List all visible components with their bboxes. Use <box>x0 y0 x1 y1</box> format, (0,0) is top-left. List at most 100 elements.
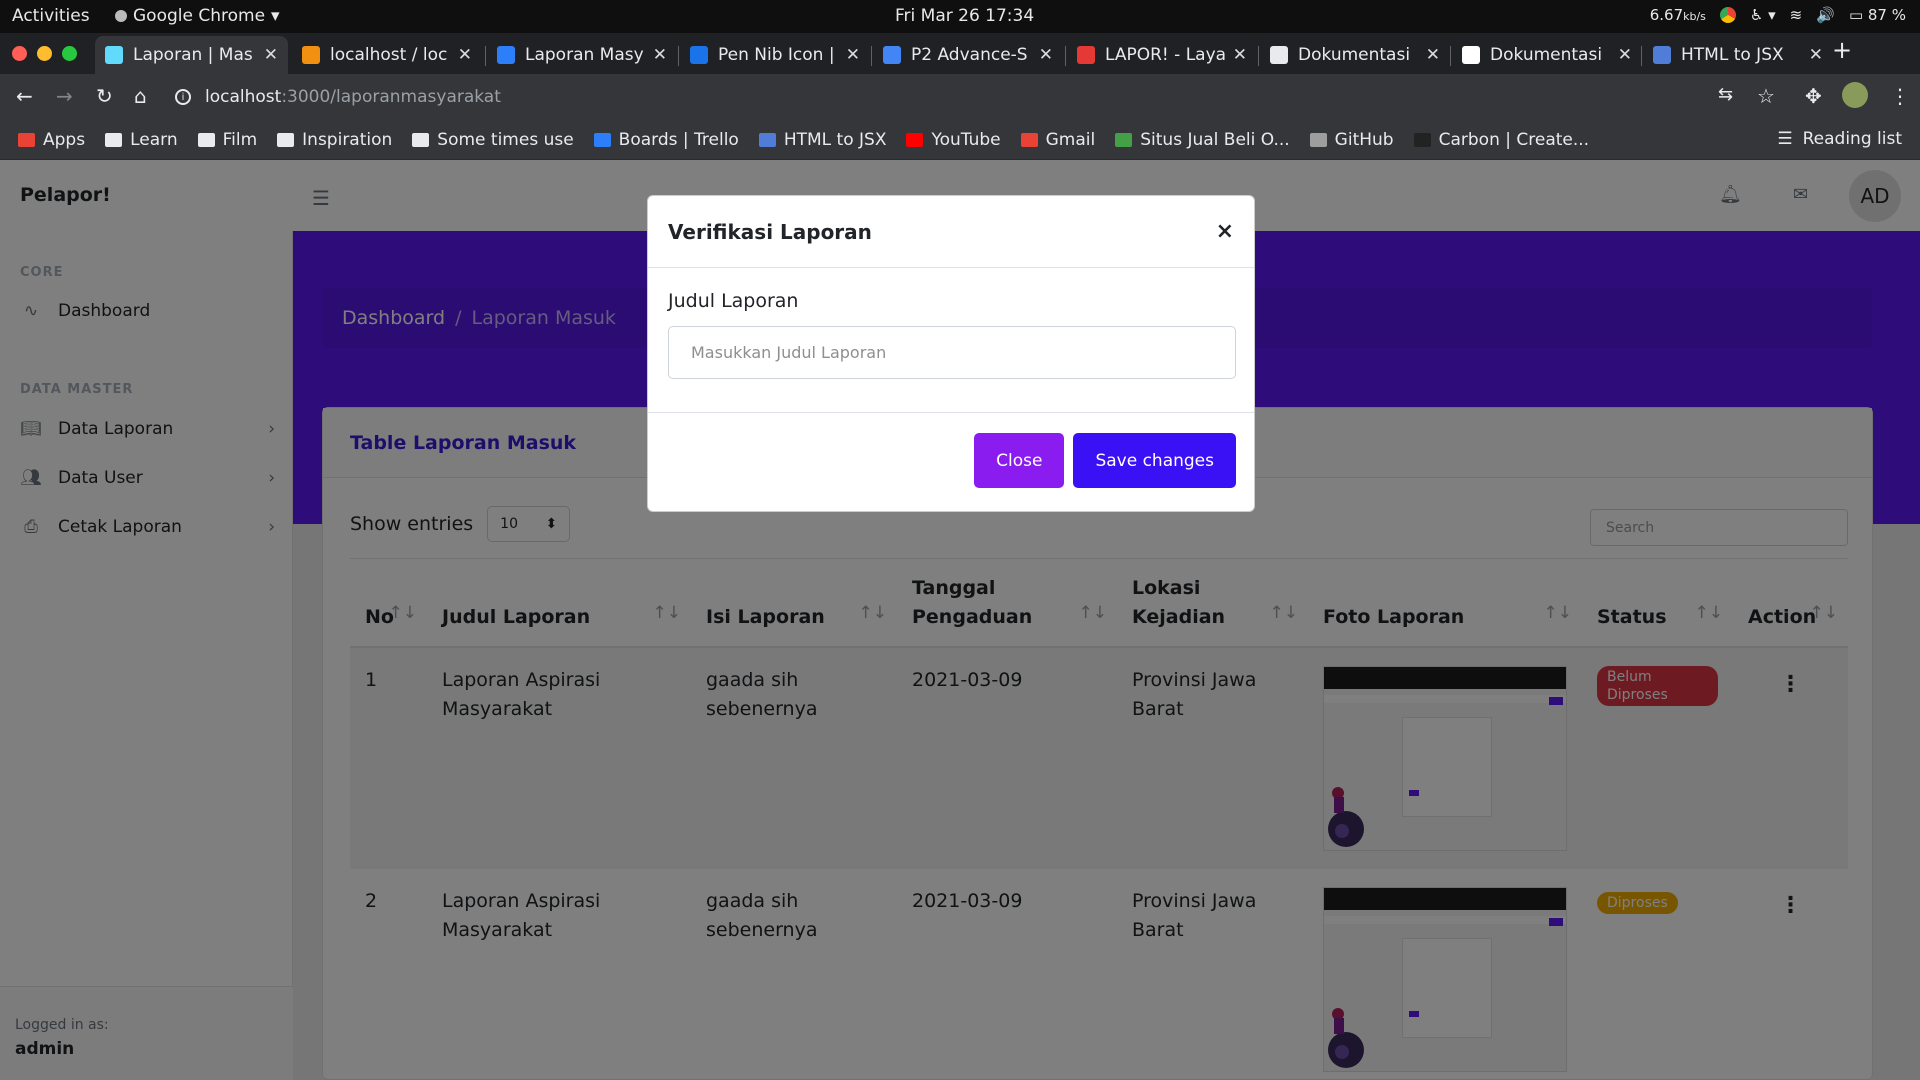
tab-close-icon[interactable]: ✕ <box>1233 45 1247 65</box>
browser-tab[interactable]: Dokumentasi ✕ <box>1260 36 1450 74</box>
app-menu[interactable]: Google Chrome ▾ <box>115 6 280 26</box>
bookmark-item[interactable]: Apps <box>18 130 85 150</box>
close-window-button[interactable] <box>12 46 27 61</box>
bookmark-label: HTML to JSX <box>783 129 887 150</box>
bookmark-favicon-icon <box>758 132 776 147</box>
close-button[interactable]: Close <box>974 433 1065 488</box>
modal-body: Judul Laporan <box>648 268 1254 413</box>
tab-favicon-icon <box>1462 46 1480 64</box>
bookmark-label: Some times use <box>437 129 574 150</box>
bookmark-item[interactable]: Situs Jual Beli O... <box>1115 129 1290 150</box>
browser-tab[interactable]: Laporan | Mas ✕ <box>95 36 288 74</box>
bookmark-item[interactable]: GitHub <box>1309 130 1394 150</box>
tab-close-icon[interactable]: ✕ <box>846 45 860 65</box>
bookmark-label: Gmail <box>1045 129 1096 150</box>
tab-close-icon[interactable]: ✕ <box>264 45 278 65</box>
activities-button[interactable]: Activities <box>12 6 90 26</box>
bookmarks-list: Apps Learn Film Inspiration Some times use Bo… <box>18 130 1589 150</box>
bookmark-item[interactable]: Gmail <box>1020 129 1096 150</box>
clock[interactable]: Fri Mar 26 17:34 <box>895 6 1034 26</box>
tab-favicon-icon <box>1653 46 1671 64</box>
url-path: :3000/laporanmasyarakat <box>281 87 501 107</box>
tab-close-icon[interactable]: ✕ <box>1809 45 1823 65</box>
home-icon[interactable]: ⌂ <box>134 84 147 108</box>
bookmark-item[interactable]: YouTube <box>906 129 1001 150</box>
system-tray[interactable]: 6.67kb/s ♿ ▾ ≋ 🔊 ▭ 87 % <box>1650 6 1906 24</box>
browser-tab[interactable]: Dokumentasi ✕ <box>1452 36 1642 74</box>
tab-title: Laporan | Mas <box>133 45 253 65</box>
browser-tab[interactable]: Pen Nib Icon | ✕ <box>680 36 870 74</box>
minimize-window-button[interactable] <box>37 46 52 61</box>
bookmark-item[interactable]: HTML to JSX <box>758 129 887 150</box>
folder-icon <box>412 132 430 147</box>
tab-separator <box>1450 46 1451 66</box>
browser-tab[interactable]: P2 Advance-S ✕ <box>873 36 1063 74</box>
tab-close-icon[interactable]: ✕ <box>458 45 472 65</box>
tab-title: Dokumentasi <box>1490 45 1603 65</box>
tab-favicon-icon <box>690 46 708 64</box>
maximize-window-button[interactable] <box>62 46 77 61</box>
browser-tab[interactable]: HTML to JSX ✕ <box>1643 36 1833 74</box>
battery-status: ▭ 87 % <box>1848 6 1906 24</box>
tab-title: Laporan Masy <box>525 45 644 65</box>
extensions-icon[interactable]: ✥ <box>1805 84 1822 108</box>
site-info-icon[interactable]: i <box>175 89 191 105</box>
bookmark-item[interactable]: Learn <box>105 130 178 150</box>
bookmark-favicon-icon <box>593 132 611 147</box>
bookmark-item[interactable]: Inspiration <box>277 130 392 150</box>
bookmark-item[interactable]: Film <box>197 129 258 150</box>
toolbar: ← → ↻ ⌂ i localhost:3000/laporanmasyarak… <box>0 74 1920 120</box>
tab-close-icon[interactable]: ✕ <box>1039 45 1053 65</box>
judul-laporan-input[interactable] <box>668 326 1236 379</box>
bookmark-favicon-icon <box>1413 132 1431 147</box>
tab-favicon-icon <box>105 46 123 64</box>
url-host: localhost <box>205 87 282 107</box>
tab-favicon-icon <box>1270 46 1288 64</box>
bookmark-label: Situs Jual Beli O... <box>1140 129 1290 150</box>
caret-down-icon: ▾ <box>271 6 280 26</box>
translate-icon[interactable]: ⇆ <box>1718 84 1733 105</box>
tab-separator <box>1065 46 1066 66</box>
tab-close-icon[interactable]: ✕ <box>1618 45 1632 65</box>
new-tab-button[interactable]: + <box>1832 36 1852 64</box>
tab-close-icon[interactable]: ✕ <box>1426 45 1440 65</box>
bookmark-label: Inspiration <box>302 129 393 150</box>
browser-tab[interactable]: localhost / loc ✕ <box>292 36 482 74</box>
reload-icon[interactable]: ↻ <box>96 84 113 108</box>
close-icon[interactable]: × <box>1216 219 1234 244</box>
back-icon[interactable]: ← <box>16 84 33 108</box>
app-menu-label: Google Chrome <box>133 6 266 26</box>
tab-separator <box>678 46 679 66</box>
menu-dots-icon[interactable]: ⋮ <box>1890 84 1910 108</box>
save-changes-button[interactable]: Save changes <box>1073 433 1236 488</box>
bookmark-favicon-icon <box>1020 132 1038 147</box>
bookmark-item[interactable]: Carbon | Create... <box>1413 129 1590 150</box>
browser-tab[interactable]: LAPOR! - Layar ✕ <box>1067 36 1257 74</box>
bookmark-label: Carbon | Create... <box>1438 129 1590 150</box>
wifi-icon: ≋ <box>1789 6 1803 24</box>
tab-favicon-icon <box>497 46 515 64</box>
folder-icon <box>277 132 295 147</box>
volume-icon: 🔊 <box>1816 6 1835 24</box>
tab-separator <box>871 46 872 66</box>
tab-favicon-icon <box>302 46 320 64</box>
tab-title: Dokumentasi <box>1298 45 1411 65</box>
profile-avatar[interactable] <box>1842 82 1868 108</box>
bookmark-star-icon[interactable]: ☆ <box>1757 84 1775 108</box>
bookmark-item[interactable]: Boards | Trello <box>593 130 739 150</box>
bookmarks-bar: Apps Learn Film Inspiration Some times use Bo… <box>0 120 1920 160</box>
tab-favicon-icon <box>883 46 901 64</box>
judul-laporan-label: Judul Laporan <box>668 290 799 312</box>
bookmark-label: YouTube <box>931 129 1001 150</box>
modal-title: Verifikasi Laporan <box>668 219 872 244</box>
forward-icon[interactable]: → <box>56 84 73 108</box>
tab-close-icon[interactable]: ✕ <box>653 45 667 65</box>
apps-grid-icon <box>18 132 35 147</box>
reading-list-button[interactable]: ☰ Reading list <box>1777 129 1902 149</box>
browser-tab[interactable]: Laporan Masy ✕ <box>487 36 677 74</box>
bookmark-label: Film <box>222 129 258 150</box>
address-bar[interactable]: i localhost:3000/laporanmasyarakat <box>175 80 1675 114</box>
bookmark-item[interactable]: Some times use <box>412 129 574 150</box>
bookmark-label: Learn <box>130 129 178 150</box>
reading-list-label: Reading list <box>1802 129 1902 149</box>
